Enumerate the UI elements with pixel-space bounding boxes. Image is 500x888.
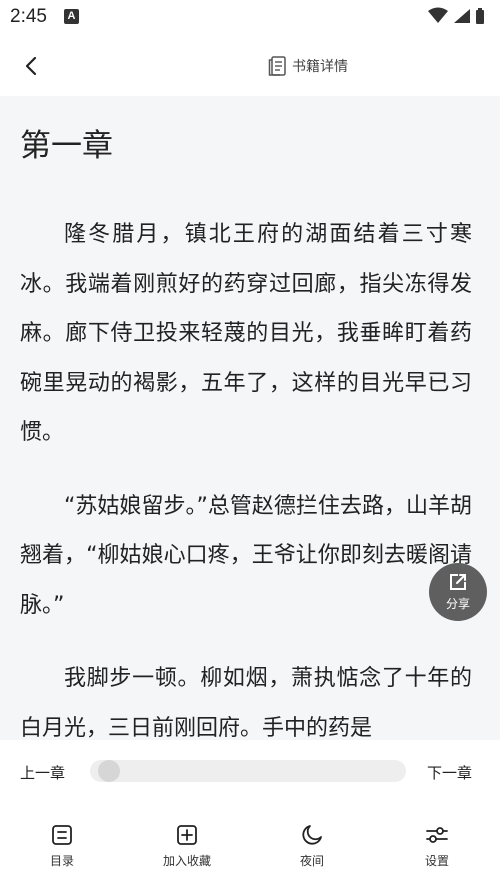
battery-icon: [476, 8, 484, 24]
next-chapter-button[interactable]: 下一章: [427, 762, 472, 783]
paragraph: 隆冬腊月，镇北王府的湖面结着三寸寒冰。我端着刚煎好的药穿过回廊，指尖冻得发麻。廊…: [20, 222, 472, 445]
add-favorite-icon: [177, 825, 197, 845]
share-button[interactable]: 分享: [429, 563, 487, 621]
nav-night-mode[interactable]: 夜间: [272, 824, 352, 874]
back-button[interactable]: [18, 50, 46, 82]
nav-label: 目录: [49, 854, 74, 868]
chapter-title: 第一章: [20, 128, 113, 164]
reader-content[interactable]: 第一章 隆冬腊月，镇北王府的湖面结着三寸寒冰。我端着刚煎好的药穿过回廊，指尖冻得…: [0, 96, 500, 740]
nav-catalog[interactable]: 目录: [22, 824, 102, 874]
chevron-left-icon: [25, 56, 37, 76]
top-bar: 书籍详情: [0, 36, 500, 96]
wifi-icon: [428, 7, 448, 23]
settings-sliders-icon: [426, 827, 448, 843]
book-detail-label: 书籍详情: [292, 59, 348, 75]
nav-add-favorite[interactable]: 加入收藏: [147, 824, 227, 874]
catalog-icon: [52, 825, 72, 845]
chapter-progress-slider[interactable]: [90, 760, 406, 782]
share-icon: [450, 574, 466, 590]
paragraph: “苏姑娘留步。”总管赵德拦住去路，山羊胡翘着，“柳姑娘心口疼，王爷让你即刻去暖阁…: [20, 493, 472, 618]
nav-settings[interactable]: 设置: [397, 824, 477, 874]
progress-knob[interactable]: [98, 760, 120, 782]
document-icon: [268, 56, 286, 76]
nav-label: 夜间: [299, 854, 324, 868]
nav-label: 设置: [424, 854, 449, 868]
prev-chapter-button[interactable]: 上一章: [20, 762, 65, 783]
moon-icon: [302, 825, 322, 845]
status-bar: 2:45 A: [0, 0, 500, 36]
chapter-text: 隆冬腊月，镇北王府的湖面结着三寸寒冰。我端着刚煎好的药穿过回廊，指尖冻得发麻。廊…: [20, 210, 472, 740]
cellular-icon: [454, 9, 470, 23]
share-label: 分享: [445, 597, 470, 611]
status-icons: [428, 7, 484, 24]
a-icon: A: [64, 9, 79, 24]
bottom-panel: 上一章 下一章 目录 加入收藏 夜间 设置: [0, 740, 500, 888]
status-time: 2:45: [10, 6, 47, 27]
paragraph: 我脚步一顿。柳如烟，萧执惦念了十年的白月光，三日前刚回府。手中的药是: [20, 666, 472, 740]
book-detail-button[interactable]: 书籍详情: [268, 54, 348, 78]
nav-label: 加入收藏: [162, 854, 211, 868]
